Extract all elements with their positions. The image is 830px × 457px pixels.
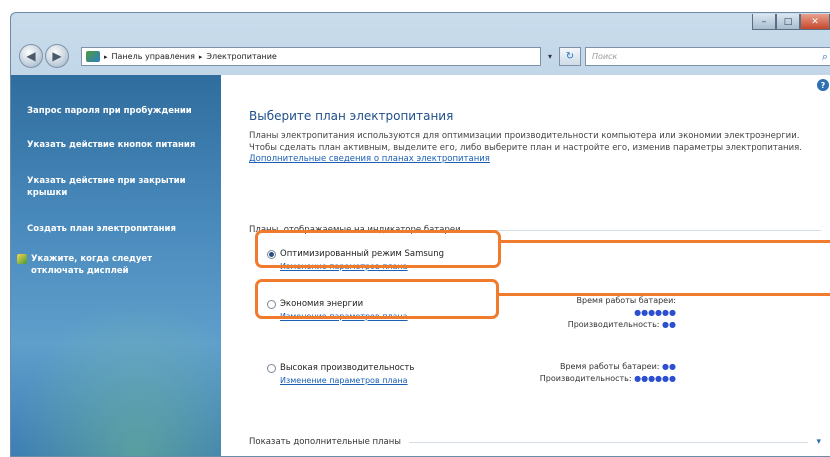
performance-label: Производительность: [567,320,660,329]
chevron-down-icon: ▾ [816,437,821,447]
sidebar-item-label: Укажите, когда следует отключать дисплей [31,254,153,276]
control-panel-icon [86,51,100,62]
close-button[interactable]: ✕ [800,14,830,30]
help-icon[interactable]: ? [817,79,829,91]
navigation-bar: ◀ ▶ ▸ Панель управления ▸ Электропитание… [11,41,830,71]
address-bar[interactable]: ▸ Панель управления ▸ Электропитание [81,47,541,66]
plan-name[interactable]: Высокая производительность [280,363,414,373]
plan-option-high-performance: Высокая производительность Изменение пар… [267,363,414,385]
task-pane: Запрос пароля при пробуждении Указать де… [11,75,221,456]
breadcrumb-control-panel[interactable]: Панель управления [112,52,195,61]
battery-life-label: Время работы батареи: [576,296,677,305]
battery-rating: ●● [662,362,676,371]
minimize-button[interactable]: – [752,14,776,30]
highlight-samsung-plan [255,230,501,268]
search-icon[interactable]: ⌕ [822,50,828,64]
callout-pointer [499,293,830,296]
breadcrumb-power-options[interactable]: Электропитание [206,52,276,61]
callout-pointer [501,240,830,243]
sidebar-item-create-plan[interactable]: Создать план электропитания [27,223,207,235]
search-placeholder: Поиск [592,52,618,61]
more-info-link[interactable]: Дополнительные сведения о планах электро… [249,154,490,164]
forward-arrow-icon: ▶ [52,49,62,63]
show-more-plans[interactable]: Показать дополнительные планы ▾ [249,437,821,447]
back-button[interactable]: ◀ [19,44,43,68]
intro-text: Планы электропитания используются для оп… [249,131,809,166]
group-divider [408,441,809,443]
plan-radio-high-performance[interactable] [267,363,276,373]
maximize-button[interactable]: □ [776,14,800,30]
title-bar: – □ ✕ [11,13,830,39]
performance-rating: ●●●●●● [634,374,676,383]
group-divider [468,229,821,231]
back-arrow-icon: ◀ [26,49,36,63]
performance-rating: ●● [662,320,676,329]
sidebar-item-display-off[interactable]: Укажите, когда следует отключать дисплей [17,253,197,277]
battery-life-label: Время работы батареи: [559,362,660,371]
highlight-power-saver-plan [255,279,499,319]
breadcrumb-separator: ▸ [104,52,108,61]
plan-ratings-high-performance: Время работы батареи: ●● Производительно… [536,361,676,385]
sidebar-item-power-buttons[interactable]: Указать действие кнопок питания [27,139,207,151]
intro-description: Планы электропитания используются для оп… [249,131,802,153]
search-input[interactable]: Поиск ⌕ [585,47,830,66]
change-plan-settings-link[interactable]: Изменение параметров плана [280,376,414,385]
sidebar-item-lid-action[interactable]: Указать действие при закрытии крышки [27,175,207,199]
refresh-button[interactable]: ↻ [559,47,581,66]
address-dropdown-button[interactable]: ▾ [543,47,557,66]
page-title: Выберите план электропитания [249,109,454,123]
chevron-down-icon: ▾ [547,52,552,61]
breadcrumb-separator: ▸ [198,52,203,61]
forward-button[interactable]: ▶ [45,44,69,68]
refresh-icon: ↻ [565,51,575,62]
performance-label: Производительность: [539,374,632,383]
more-plans-label: Показать дополнительные планы [249,437,401,447]
power-options-icon [17,254,27,264]
plan-ratings-power-saver: Время работы батареи: ●●●●●● Производите… [536,295,676,331]
caption-buttons: – □ ✕ [752,14,830,30]
battery-rating: ●●●●●● [634,308,676,317]
sidebar-item-wakeup-password[interactable]: Запрос пароля при пробуждении [27,105,207,117]
